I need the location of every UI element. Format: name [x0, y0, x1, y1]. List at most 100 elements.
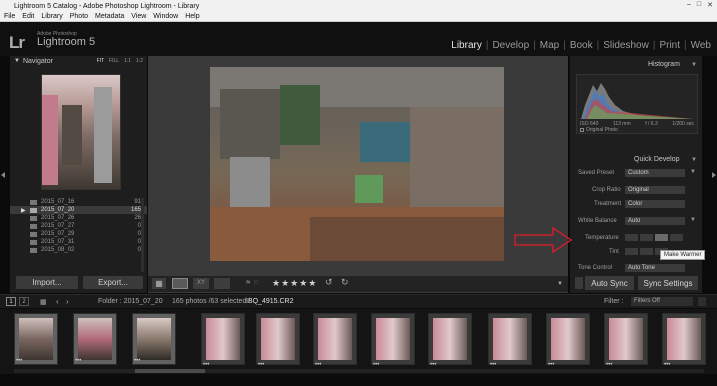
histogram-title[interactable]: Histogram [648, 61, 680, 68]
filmstrip-scrollbar[interactable] [14, 369, 704, 373]
menu-file[interactable]: File [4, 13, 15, 20]
menu-window[interactable]: Window [153, 13, 178, 20]
temperature-increase-large-button[interactable] [670, 234, 683, 241]
filmstrip-thumbnail[interactable] [488, 313, 532, 365]
folder-row[interactable]: 2015_07_26 26 [10, 214, 147, 222]
right-panel-toggle-icon[interactable] [712, 172, 716, 178]
histogram-collapse-icon[interactable]: ▼ [691, 62, 697, 68]
forward-arrow-icon[interactable]: › [66, 297, 69, 306]
menu-help[interactable]: Help [185, 13, 199, 20]
histogram[interactable]: ISO 640 113 mm f / 6.3 1/200 sec Origina… [576, 74, 698, 134]
filmstrip-thumbnail[interactable] [313, 313, 357, 365]
folder-icon [30, 207, 37, 213]
folder-row[interactable]: 2015_07_16 91 [10, 198, 147, 206]
temperature-decrease-button[interactable] [640, 234, 653, 241]
module-slideshow[interactable]: Slideshow [603, 40, 649, 51]
thumbnail-badge: ••• [75, 358, 82, 364]
menu-edit[interactable]: Edit [22, 13, 34, 20]
filmstrip-thumbnail[interactable] [256, 313, 300, 365]
tint-decrease-large-button[interactable] [625, 248, 638, 255]
crop-ratio-select[interactable]: Original [625, 186, 685, 194]
export-button[interactable]: Export... [83, 276, 143, 289]
grid-view-icon[interactable]: ▦ [152, 278, 166, 289]
rotate-left-icon[interactable]: ↺ [325, 277, 333, 288]
zoom-fit[interactable]: FIT [97, 58, 105, 64]
original-photo-icon [580, 128, 584, 132]
menu-view[interactable]: View [131, 13, 146, 20]
folder-row-selected[interactable]: ▶ 2015_07_20 165 [10, 206, 147, 214]
minimize-button[interactable]: – [687, 1, 691, 9]
filmstrip-thumbnail[interactable] [201, 313, 245, 365]
compare-view-icon[interactable]: XY [193, 278, 209, 289]
maximize-button[interactable]: □ [697, 1, 701, 9]
module-library[interactable]: Library [451, 40, 482, 51]
module-web[interactable]: Web [691, 40, 711, 51]
module-book[interactable]: Book [570, 40, 593, 51]
close-button[interactable]: ✕ [707, 1, 713, 9]
white-balance-expand-icon[interactable]: ▼ [690, 217, 696, 223]
main-photo[interactable] [210, 67, 504, 261]
auto-sync-switch[interactable] [575, 277, 583, 289]
left-panel-toggle-icon[interactable] [1, 172, 5, 178]
temperature-decrease-large-button[interactable] [625, 234, 638, 241]
folder-row[interactable]: 2015_07_31 0 [10, 238, 147, 246]
module-develop[interactable]: Develop [492, 40, 529, 51]
filter-select[interactable]: Filters Off [631, 297, 693, 306]
shutter-speed: 1/200 sec [672, 121, 694, 127]
module-map[interactable]: Map [540, 40, 559, 51]
temperature-increase-button[interactable] [655, 234, 668, 241]
collapse-triangle-icon: ▼ [14, 58, 20, 64]
quick-develop-collapse-icon[interactable]: ▼ [691, 157, 697, 163]
filmstrip-scroll-thumb[interactable] [135, 369, 205, 373]
navigator-header[interactable]: ▼ Navigator FIT FILL 1:1 1:2 [10, 56, 147, 66]
saved-preset-select[interactable]: Custom [625, 169, 685, 177]
filmstrip-thumbnail[interactable] [428, 313, 472, 365]
rotate-right-icon[interactable]: ↻ [341, 277, 349, 288]
selection-info: 165 photos /63 selected / [172, 298, 251, 305]
page-2-button[interactable]: 2 [19, 297, 29, 306]
menu-library[interactable]: Library [41, 13, 62, 20]
grid-icon[interactable]: ▦ [40, 298, 47, 306]
back-arrow-icon[interactable]: ‹ [56, 297, 59, 306]
zoom-1-2[interactable]: 1:2 [136, 58, 143, 64]
source-folder-label[interactable]: Folder : 2015_07_20 [98, 298, 163, 305]
toolbar-menu-icon[interactable]: ▼ [557, 281, 563, 287]
folder-row[interactable]: 2015_07_29 0 [10, 230, 147, 238]
quick-develop-title[interactable]: Quick Develop [634, 156, 680, 163]
import-button[interactable]: Import... [16, 276, 78, 289]
treatment-select[interactable]: Color [625, 200, 685, 208]
module-print[interactable]: Print [659, 40, 680, 51]
filmstrip-thumbnail[interactable] [546, 313, 590, 365]
tint-decrease-button[interactable] [640, 248, 653, 255]
menu-metadata[interactable]: Metadata [95, 13, 124, 20]
current-filename: IBQ_4915.CR2 [246, 298, 294, 305]
folder-icon [30, 215, 37, 221]
original-photo-label: Original Photo [586, 127, 618, 133]
survey-view-icon[interactable] [214, 278, 230, 289]
zoom-1-1[interactable]: 1:1 [124, 58, 131, 64]
sync-settings-button[interactable]: Sync Settings [638, 276, 698, 290]
navigator-preview[interactable] [41, 74, 121, 190]
auto-sync-button[interactable]: Auto Sync [585, 276, 634, 290]
filmstrip-thumbnail[interactable] [371, 313, 415, 365]
folder-icon [30, 231, 37, 237]
filter-lock-icon[interactable] [698, 297, 706, 306]
zoom-fill[interactable]: FILL [109, 58, 119, 64]
filter-label: Filter : [604, 298, 624, 305]
tone-control-label: Tone Control [578, 265, 613, 271]
folder-row[interactable]: 2015_08_02 0 [10, 246, 147, 254]
flag-icon[interactable]: ⚑ ⚐ [245, 279, 263, 288]
white-balance-select[interactable]: Auto [625, 217, 685, 225]
auto-tone-button[interactable]: Auto Tone [625, 264, 685, 272]
saved-preset-expand-icon[interactable]: ▼ [690, 169, 696, 175]
folder-scrollbar[interactable] [141, 198, 144, 272]
folder-icon [30, 223, 37, 229]
star-rating[interactable]: ★★★★★ [272, 278, 317, 289]
filmstrip-thumbnail[interactable] [604, 313, 648, 365]
folder-icon [30, 247, 37, 253]
menu-photo[interactable]: Photo [70, 13, 88, 20]
page-1-button[interactable]: 1 [6, 297, 16, 306]
folder-row[interactable]: 2015_07_27 0 [10, 222, 147, 230]
filmstrip-thumbnail[interactable] [662, 313, 706, 365]
loupe-view-icon[interactable] [172, 278, 188, 289]
